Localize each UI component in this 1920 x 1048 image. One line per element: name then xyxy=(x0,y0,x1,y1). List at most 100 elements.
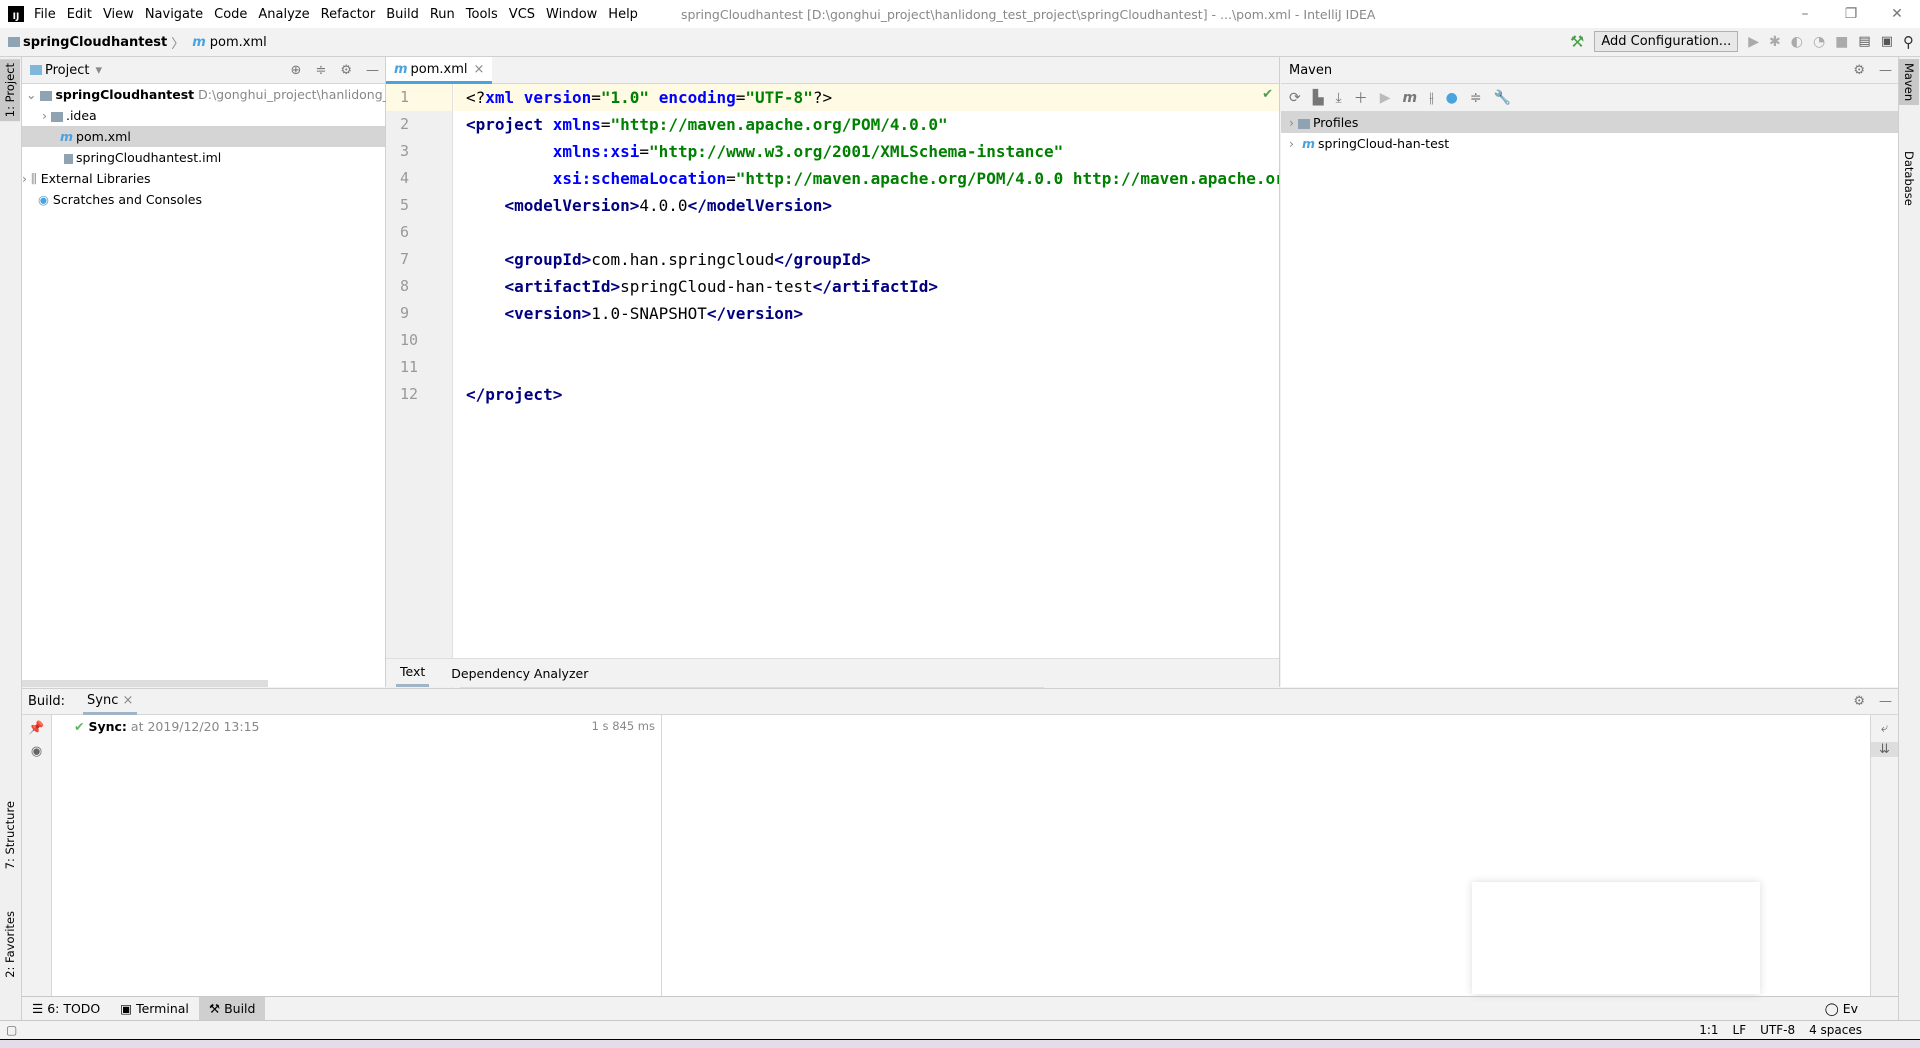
generate-sources-icon[interactable]: ▙ xyxy=(1313,90,1324,106)
run-icon[interactable]: ▶ xyxy=(1748,34,1759,50)
build-sync-entry[interactable]: ✔ Sync: at 2019/12/20 13:15 1 s 845 ms xyxy=(52,715,661,734)
reimport-icon[interactable]: ⟳ xyxy=(1289,90,1301,106)
database-tool-tab[interactable]: Database xyxy=(1899,147,1919,210)
tool-tab-build[interactable]: ⚒ Build xyxy=(198,997,266,1020)
tool-tab-terminal[interactable]: ▣ Terminal xyxy=(110,997,199,1020)
favorites-tool-tab[interactable]: 2: Favorites xyxy=(0,907,20,982)
offline-icon[interactable]: ● xyxy=(1446,90,1458,106)
maven-gear-icon[interactable]: ⚙ xyxy=(1853,63,1865,78)
maven-item-project[interactable]: › m springCloud-han-test xyxy=(1281,133,1898,154)
inspection-ok-icon: ✔ xyxy=(1262,87,1273,102)
code-area[interactable]: <?xml version="1.0" encoding="UTF-8"?> <… xyxy=(454,84,1279,408)
caret-position[interactable]: 1:1 xyxy=(1699,1023,1718,1037)
file-encoding[interactable]: UTF-8 xyxy=(1760,1023,1795,1037)
close-button[interactable]: ✕ xyxy=(1874,0,1920,28)
close-tab-icon: × xyxy=(473,61,485,77)
menu-code[interactable]: Code xyxy=(214,7,247,22)
menu-window[interactable]: Window xyxy=(546,7,597,22)
horizontal-scrollbar[interactable] xyxy=(22,680,268,687)
build-tab-sync[interactable]: Sync × xyxy=(83,689,138,715)
folder-icon xyxy=(8,37,20,47)
editor-tab-text[interactable]: Text xyxy=(396,659,430,687)
profile-icon[interactable]: ◔ xyxy=(1813,34,1825,50)
add-icon[interactable]: ＋ xyxy=(1354,88,1368,108)
right-tool-stripe: Maven Database xyxy=(1898,57,1920,1020)
menu-navigate[interactable]: Navigate xyxy=(145,7,203,22)
project-panel: Project ▾ ⊕ ≑ ⚙ — ⌄ springCloudhantest D:\go… xyxy=(22,57,408,687)
tree-item-project-root[interactable]: ⌄ springCloudhantest D:\gonghui_project\… xyxy=(22,84,408,105)
structure-tool-tab[interactable]: 7: Structure xyxy=(0,797,20,873)
maven-panel: Maven ⚙ — ⟳ ▙ ⤓ ＋ ▶ m ⫲ ● ≑ 🔧 › Profiles › m springC… xyxy=(1281,57,1898,687)
run-goal-icon[interactable]: ▶ xyxy=(1380,90,1391,106)
project-structure-icon[interactable]: ▤ xyxy=(1858,34,1870,49)
tree-item-idea[interactable]: › .idea xyxy=(22,105,385,126)
editor: m pom.xml × 1 2 3 4 5 6 7 8 9 10 11 12 <?xml version=… xyxy=(386,57,1280,690)
maven-hide-icon[interactable]: — xyxy=(1879,63,1892,78)
menu-bar: File Edit View Navigate Code Analyze Refactor B… xyxy=(34,7,649,22)
frame-icon[interactable]: ▣ xyxy=(1881,34,1893,49)
breadcrumb-project[interactable]: springCloudhantest xyxy=(23,35,167,50)
editor-tab-pom[interactable]: m pom.xml × xyxy=(386,57,493,84)
minimize-button[interactable]: – xyxy=(1782,0,1828,28)
maven-file-icon: m xyxy=(192,34,206,50)
menu-tools[interactable]: Tools xyxy=(466,7,498,22)
gear-icon[interactable]: ⚙ xyxy=(340,63,352,78)
tree-item-iml[interactable]: springCloudhantest.iml xyxy=(22,147,385,168)
settings-wrench-icon[interactable]: 🔧 xyxy=(1494,90,1511,106)
eye-icon[interactable]: ◉ xyxy=(22,744,51,759)
collapse-all-icon[interactable]: ≑ xyxy=(1470,90,1482,106)
menu-edit[interactable]: Edit xyxy=(67,7,92,22)
success-check-icon: ✔ xyxy=(74,719,85,734)
hide-icon[interactable]: — xyxy=(366,63,379,78)
tree-item-pom[interactable]: m pom.xml xyxy=(22,126,385,147)
tree-item-external-libraries[interactable]: › ⫼ External Libraries xyxy=(22,168,385,189)
line-separator[interactable]: LF xyxy=(1733,1023,1747,1037)
execute-goal-icon[interactable]: m xyxy=(1403,90,1418,106)
indent-setting[interactable]: 4 spaces xyxy=(1809,1023,1862,1037)
layout-icon[interactable]: ▢ xyxy=(6,1023,17,1037)
line-gutter: 1 2 3 4 5 6 7 8 9 10 11 12 xyxy=(386,84,453,690)
menu-refactor[interactable]: Refactor xyxy=(321,7,376,22)
skip-tests-icon[interactable]: ⫲ xyxy=(1429,90,1434,106)
editor-tab-dependency-analyzer[interactable]: Dependency Analyzer xyxy=(451,666,588,681)
restore-button[interactable]: ❐ xyxy=(1828,0,1874,28)
project-view-icon xyxy=(30,65,42,75)
breadcrumb-file[interactable]: pom.xml xyxy=(210,35,267,50)
maven-tool-tab[interactable]: Maven xyxy=(1899,59,1919,106)
download-icon[interactable]: ⤓ xyxy=(1336,90,1342,106)
menu-build[interactable]: Build xyxy=(386,7,419,22)
menu-help[interactable]: Help xyxy=(608,7,638,22)
build-label: Build: xyxy=(28,694,66,709)
menu-vcs[interactable]: VCS xyxy=(509,7,535,22)
tool-tab-todo[interactable]: ☰ 6: TODO xyxy=(22,997,110,1020)
project-tool-tab[interactable]: 1: Project xyxy=(0,59,20,122)
maven-title: Maven xyxy=(1289,62,1333,78)
debug-icon[interactable]: ✱ xyxy=(1769,34,1781,50)
scroll-to-end-icon[interactable]: ⇊ xyxy=(1871,742,1898,757)
menu-run[interactable]: Run xyxy=(430,7,455,22)
tool-window-bar: ☰ 6: TODO ▣ Terminal ⚒ Build ◯ Ev xyxy=(22,996,1898,1020)
collapse-icon[interactable]: ≑ xyxy=(315,63,326,78)
add-configuration-button[interactable]: Add Configuration... xyxy=(1594,31,1739,52)
menu-file[interactable]: File xyxy=(34,7,56,22)
locate-icon[interactable]: ⊕ xyxy=(291,63,302,78)
left-tool-stripe: 1: Project 7: Structure 2: Favorites xyxy=(0,57,22,1020)
pin-icon[interactable]: 📌 xyxy=(22,721,51,736)
coverage-icon[interactable]: ◐ xyxy=(1791,34,1803,50)
project-view-selector[interactable]: Project xyxy=(45,63,89,78)
build-hammer-icon[interactable]: ⚒ xyxy=(1570,32,1584,51)
search-icon[interactable]: ⚲ xyxy=(1903,33,1914,51)
window-title: springCloudhantest [D:\gonghui_project\h… xyxy=(680,6,1376,22)
build-hide-icon[interactable]: — xyxy=(1879,694,1892,709)
menu-view[interactable]: View xyxy=(103,7,134,22)
title-bar: IJ File Edit View Navigate Code Analyze Refact… xyxy=(0,0,1920,28)
tree-item-scratches[interactable]: ◉ Scratches and Consoles xyxy=(22,189,385,210)
event-log-tab[interactable]: ◯ Ev xyxy=(1825,1001,1858,1016)
build-gear-icon[interactable]: ⚙ xyxy=(1853,694,1865,709)
maven-item-profiles[interactable]: › Profiles xyxy=(1281,112,1898,133)
os-taskbar xyxy=(0,1039,1920,1048)
soft-wrap-icon[interactable]: ⤶ xyxy=(1871,721,1898,736)
menu-analyze[interactable]: Analyze xyxy=(258,7,309,22)
navigation-bar: springCloudhantest 〉 m pom.xml ⚒ Add Con… xyxy=(0,28,1920,57)
stop-icon[interactable]: ■ xyxy=(1835,34,1848,50)
